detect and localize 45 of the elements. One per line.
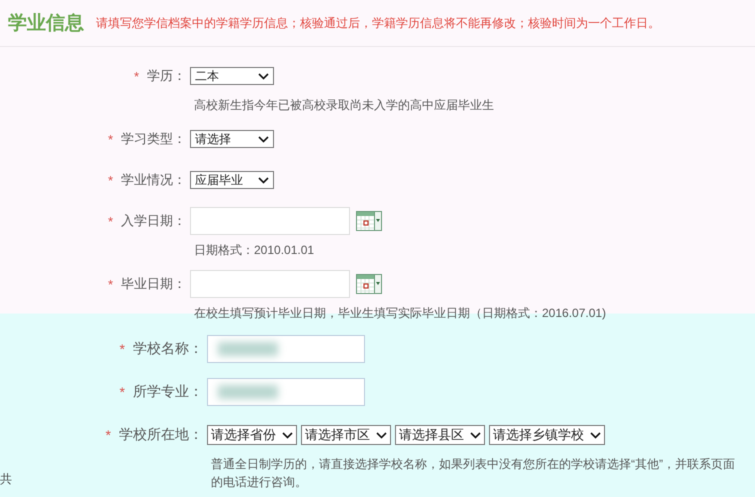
chevron-icon — [258, 176, 269, 184]
required-mark: * — [120, 341, 125, 357]
select-dropdown[interactable]: 二本 — [190, 67, 274, 85]
field-label: 学习类型： — [121, 130, 186, 148]
select-dropdown[interactable]: 应届毕业 — [190, 171, 274, 189]
field-hint: 日期格式：2010.01.01 — [194, 243, 316, 257]
field-label: 毕业日期： — [121, 275, 186, 293]
select-dropdown[interactable]: 请选择 — [190, 130, 274, 148]
notice-text: 请填写您学信档案中的学籍学历信息；核验通过后，学籍学历信息将不能再修改；核验时间为一个工作日。 — [96, 14, 660, 32]
required-mark: * — [108, 214, 113, 228]
required-mark: * — [108, 132, 113, 146]
field-hint: 高校新生指今年已被高校录取尚未入学的高中应届毕业生 — [194, 98, 495, 112]
select-dropdown[interactable]: 请选择市区 — [301, 425, 391, 445]
chevron-icon — [590, 432, 601, 438]
date-input[interactable] — [190, 207, 350, 235]
field-label: 所学专业： — [133, 383, 203, 401]
redacted-blur — [218, 385, 278, 399]
section-title: 学业信息 — [8, 12, 84, 36]
date-input[interactable] — [190, 270, 350, 298]
redacted-blur — [218, 342, 278, 356]
select-dropdown[interactable]: 请选择县区 — [395, 425, 485, 445]
input-field[interactable] — [207, 378, 365, 406]
required-mark: * — [134, 68, 139, 84]
chevron-icon — [282, 432, 293, 438]
chevron-icon — [376, 432, 387, 438]
chevron-icon — [258, 136, 269, 142]
required-mark: * — [108, 276, 113, 292]
field-hint: 的电话进行咨询。 — [211, 474, 308, 491]
chevron-icon — [258, 72, 269, 80]
field-label: 学历： — [147, 67, 186, 85]
field-hint: 普通全日制学历的，请直接选择学校名称，如果列表中没有您所在的学校请选择“其他”，并联系页面 — [211, 456, 736, 473]
calendar-icon[interactable] — [356, 211, 382, 231]
required-mark: * — [106, 427, 111, 443]
required-mark: * — [120, 384, 125, 400]
select-dropdown[interactable]: 请选择省份 — [207, 425, 297, 445]
required-mark: * — [108, 172, 113, 188]
chevron-icon — [470, 432, 481, 438]
calendar-icon[interactable] — [356, 274, 382, 294]
input-field[interactable] — [207, 335, 365, 363]
field-label: 学校名称： — [133, 340, 203, 358]
field-label: 学业情况： — [121, 171, 186, 189]
select-dropdown[interactable]: 请选择乡镇学校 — [489, 425, 605, 445]
field-label: 学校所在地： — [119, 426, 203, 444]
edge-text: 共 — [0, 471, 12, 488]
field-label: 入学日期： — [121, 212, 186, 230]
